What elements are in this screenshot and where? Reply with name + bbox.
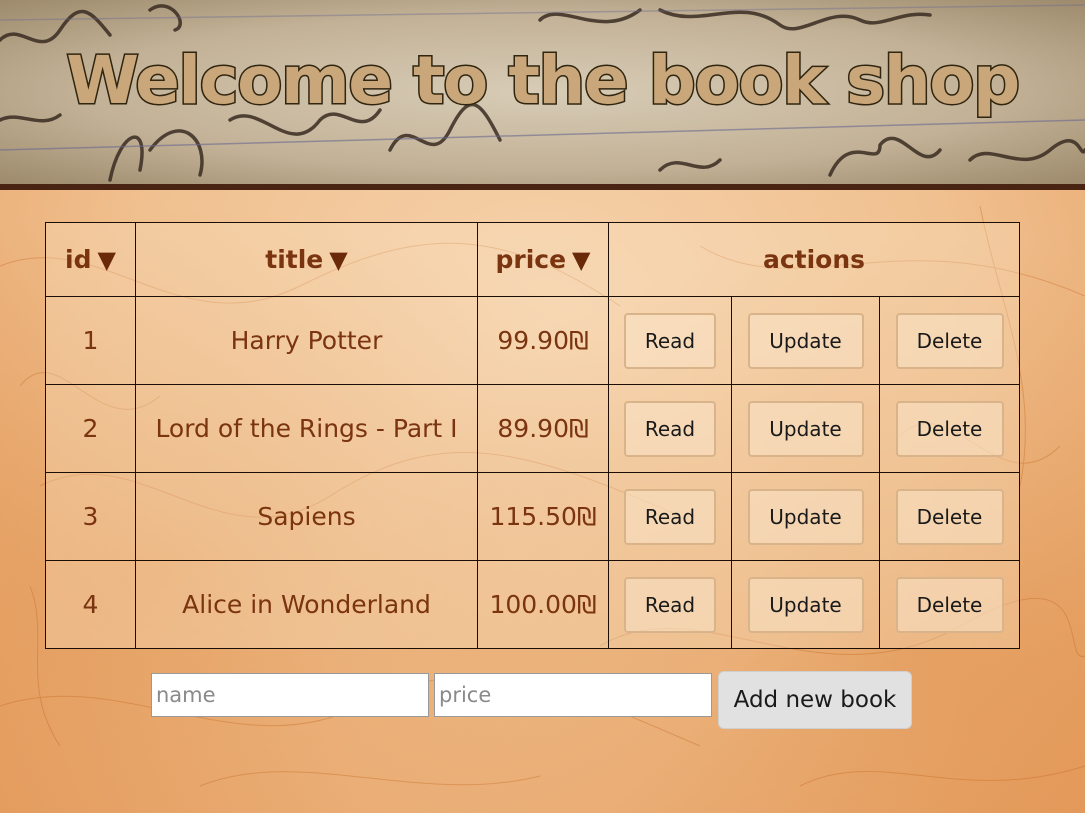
update-button[interactable]: Update <box>747 312 864 369</box>
cell-action-delete: Delete <box>879 384 1020 473</box>
name-input[interactable] <box>151 673 429 717</box>
cell-action-update: Update <box>731 560 880 649</box>
cell-action-update: Update <box>731 296 880 385</box>
cell-title: Lord of the Rings - Part I <box>135 384 478 473</box>
cell-action-read: Read <box>608 384 732 473</box>
delete-button[interactable]: Delete <box>895 312 1004 369</box>
triangle-down-icon[interactable]: ▼ <box>329 246 347 274</box>
column-header-actions: actions <box>608 222 1020 297</box>
cell-action-delete: Delete <box>879 296 1020 385</box>
cell-id: 4 <box>45 560 136 649</box>
column-header-label: title <box>265 245 324 274</box>
cell-action-read: Read <box>608 472 732 561</box>
delete-button[interactable]: Delete <box>895 576 1004 633</box>
cell-title: Sapiens <box>135 472 478 561</box>
cell-price: 115.50₪ <box>477 472 609 561</box>
table-row: 4 Alice in Wonderland 100.00₪ Read Updat… <box>45 560 1020 649</box>
cell-price: 89.90₪ <box>477 384 609 473</box>
update-button[interactable]: Update <box>747 488 864 545</box>
column-header-price[interactable]: price ▼ <box>477 222 609 297</box>
add-book-form: Add new book <box>151 671 921 729</box>
cell-price: 99.90₪ <box>477 296 609 385</box>
triangle-down-icon[interactable]: ▼ <box>572 246 590 274</box>
cell-id: 2 <box>45 384 136 473</box>
read-button[interactable]: Read <box>624 576 716 633</box>
cell-action-read: Read <box>608 296 732 385</box>
update-button[interactable]: Update <box>747 400 864 457</box>
column-header-label: id <box>65 245 92 274</box>
cell-id: 1 <box>45 296 136 385</box>
header-banner: Welcome to the book shop <box>0 0 1085 184</box>
read-button[interactable]: Read <box>624 488 716 545</box>
page-title: Welcome to the book shop <box>65 41 1022 121</box>
delete-button[interactable]: Delete <box>895 400 1004 457</box>
cell-action-delete: Delete <box>879 560 1020 649</box>
header-divider <box>0 184 1085 190</box>
cell-action-update: Update <box>731 384 880 473</box>
table-header-row: id ▼ title ▼ price ▼ actions <box>45 222 1020 297</box>
add-book-button[interactable]: Add new book <box>718 671 912 729</box>
table-row: 1 Harry Potter 99.90₪ Read Update Delete <box>45 296 1020 385</box>
table-row: 2 Lord of the Rings - Part I 89.90₪ Read… <box>45 384 1020 473</box>
cell-action-read: Read <box>608 560 732 649</box>
cell-action-update: Update <box>731 472 880 561</box>
column-header-title[interactable]: title ▼ <box>135 222 478 297</box>
cell-action-delete: Delete <box>879 472 1020 561</box>
cell-title: Alice in Wonderland <box>135 560 478 649</box>
column-header-id[interactable]: id ▼ <box>45 222 136 297</box>
cell-price: 100.00₪ <box>477 560 609 649</box>
update-button[interactable]: Update <box>747 576 864 633</box>
cell-title: Harry Potter <box>135 296 478 385</box>
column-header-label: price <box>495 245 567 274</box>
table-row: 3 Sapiens 115.50₪ Read Update Delete <box>45 472 1020 561</box>
read-button[interactable]: Read <box>624 400 716 457</box>
cell-id: 3 <box>45 472 136 561</box>
price-input[interactable] <box>434 673 712 717</box>
triangle-down-icon[interactable]: ▼ <box>98 246 116 274</box>
column-header-label: actions <box>762 245 866 274</box>
read-button[interactable]: Read <box>624 312 716 369</box>
delete-button[interactable]: Delete <box>895 488 1004 545</box>
books-table: id ▼ title ▼ price ▼ actions 1 Harry Potter… <box>45 222 1020 649</box>
